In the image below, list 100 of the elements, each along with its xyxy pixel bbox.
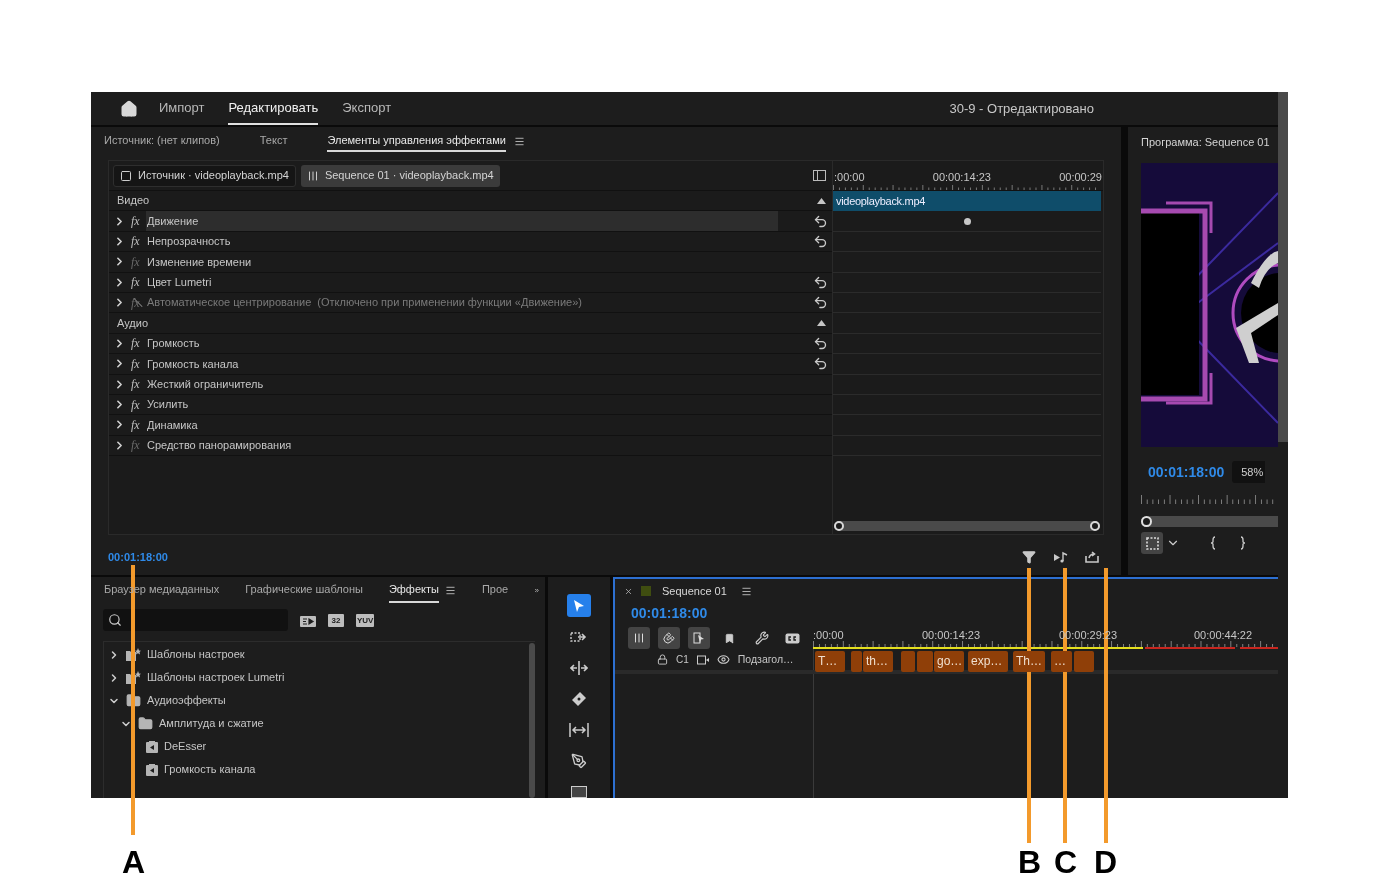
mark-in-icon[interactable]: [1211, 536, 1217, 550]
effect-name[interactable]: Громкость: [146, 333, 778, 354]
select-tool[interactable]: [567, 594, 591, 617]
tree-item[interactable]: Аудиоэффекты: [147, 692, 226, 709]
snap-button[interactable]: [658, 627, 680, 649]
timeline-clip[interactable]: Th…: [1013, 651, 1045, 672]
fx-badge[interactable]: fx: [131, 212, 145, 231]
tab[interactable]: Источник: (нет клипов): [104, 130, 220, 152]
timeline-clip[interactable]: [851, 651, 862, 672]
timeline-clip[interactable]: go…: [934, 651, 964, 672]
fx-badge[interactable]: fx: [131, 232, 145, 251]
effect-name[interactable]: Изменение времени: [146, 252, 778, 272]
timeline-clip[interactable]: T…: [815, 651, 845, 672]
track-label[interactable]: Подзагол…: [737, 651, 794, 668]
effect-name[interactable]: Движение: [146, 211, 778, 231]
reset-icon[interactable]: [812, 213, 828, 229]
reset-icon[interactable]: [812, 233, 828, 249]
reset-icon[interactable]: [812, 274, 828, 290]
reset-icon[interactable]: [812, 295, 828, 311]
track-output-icon[interactable]: [696, 654, 709, 665]
search-icon: [108, 613, 122, 627]
search-field[interactable]: [103, 609, 288, 631]
timecode[interactable]: 00:01:18:00: [1148, 461, 1225, 483]
timecode[interactable]: 00:01:18:00: [108, 549, 168, 566]
effect-name[interactable]: Динамика: [146, 415, 778, 435]
fx-badge[interactable]: fx: [131, 416, 145, 434]
mark-out-icon[interactable]: [1239, 536, 1245, 550]
insert-sequence-button[interactable]: [628, 627, 650, 649]
timeline-clip[interactable]: th…: [863, 651, 893, 672]
rectangle-icon: [571, 785, 587, 798]
tab[interactable]: Графические шаблоны: [245, 577, 363, 603]
safe-margins-button[interactable]: [1141, 532, 1163, 554]
filter-icon[interactable]: [1022, 550, 1036, 565]
magnet-icon: [663, 632, 675, 644]
close-icon[interactable]: [624, 586, 633, 596]
accelerated-effects-icon[interactable]: [300, 613, 316, 627]
tab[interactable]: Текст: [259, 130, 288, 152]
zoom-field[interactable]: 58%: [1232, 461, 1266, 483]
eye-icon[interactable]: [716, 653, 730, 666]
export-icon[interactable]: [1085, 551, 1099, 564]
timeline-clip[interactable]: …: [1051, 651, 1072, 672]
effect-name[interactable]: Непрозрачность: [146, 231, 778, 252]
play-audio-icon[interactable]: [1053, 551, 1069, 564]
tab[interactable]: Экспорт: [342, 92, 392, 125]
effect-name[interactable]: Цвет Lumetri: [146, 272, 778, 292]
effect-name[interactable]: Автоматическое центрирование (Отключено при применении функции «Движение»): [146, 292, 778, 313]
collapse-icon[interactable]: [817, 320, 826, 327]
window-title: 30-9 - Отредактировано: [949, 99, 1094, 118]
panel-title[interactable]: Программа: Sequence 01: [1141, 133, 1270, 150]
captions-icon[interactable]: [785, 632, 800, 644]
track-name[interactable]: C1: [676, 652, 689, 667]
fx-badge[interactable]: fx: [131, 395, 145, 414]
timecode[interactable]: 00:01:18:00: [631, 602, 708, 624]
tab[interactable]: Импорт: [159, 92, 205, 125]
sequence-color-swatch: [641, 586, 651, 596]
panel-title[interactable]: Sequence 01: [662, 582, 727, 600]
reset-icon[interactable]: [812, 356, 828, 372]
clip-tab[interactable]: Источник · videoplayback.mp4: [113, 164, 296, 187]
tab[interactable]: Элементы управления эффектами: [327, 130, 506, 152]
scrollbar[interactable]: [1278, 92, 1288, 798]
timeline-clip[interactable]: [901, 651, 915, 672]
filter-badge[interactable]: 32: [328, 613, 344, 627]
reset-icon[interactable]: [812, 335, 828, 351]
timeline-clip[interactable]: exp…: [968, 651, 1008, 672]
panel-toggle-icon[interactable]: [813, 170, 826, 181]
menu-icon[interactable]: [740, 585, 752, 597]
effect-name[interactable]: Громкость канала: [146, 354, 778, 374]
scroll-handle[interactable]: [1090, 521, 1100, 531]
menu-icon[interactable]: [444, 584, 456, 596]
marker-icon[interactable]: [724, 632, 735, 644]
tree-item[interactable]: Амплитуда и сжатие: [159, 715, 264, 732]
menu-icon[interactable]: [513, 135, 525, 147]
clip-tab[interactable]: Sequence 01 · videoplayback.mp4: [300, 164, 500, 187]
fx-badge[interactable]: fx: [131, 354, 145, 373]
wrench-icon[interactable]: [755, 631, 769, 645]
home-icon[interactable]: [120, 99, 138, 118]
fx-badge[interactable]: fx: [131, 273, 145, 292]
playhead-handle[interactable]: [1141, 516, 1152, 527]
effect-name[interactable]: Усилить: [146, 394, 778, 415]
scroll-handle[interactable]: [834, 521, 844, 531]
lock-icon[interactable]: [657, 654, 668, 665]
timeline-clip[interactable]: [1074, 651, 1094, 672]
callout-label: C: [1054, 843, 1078, 881]
tree-item[interactable]: Громкость канала: [164, 761, 256, 778]
tree-item[interactable]: DeEsser: [164, 738, 207, 755]
fx-badge[interactable]: fx: [131, 375, 145, 394]
callout-label: A: [122, 843, 146, 881]
collapse-icon[interactable]: [817, 197, 826, 204]
tab[interactable]: Редактировать: [228, 92, 319, 125]
tree-item[interactable]: Шаблоны настроек Lumetri: [147, 669, 285, 686]
tab[interactable]: Прое: [481, 577, 509, 603]
effect-name[interactable]: Жесткий ограничитель: [146, 374, 778, 394]
filter-badge[interactable]: YUV: [356, 613, 375, 627]
effect-name[interactable]: Средство панорамирования: [146, 435, 778, 456]
scrollbar[interactable]: [529, 643, 535, 798]
linked-selection-button[interactable]: [688, 627, 710, 649]
tab[interactable]: Эффекты: [388, 577, 439, 603]
timeline-clip[interactable]: [917, 651, 933, 672]
tree-item[interactable]: Шаблоны настроек: [147, 646, 245, 663]
fx-badge[interactable]: fx: [131, 334, 145, 353]
